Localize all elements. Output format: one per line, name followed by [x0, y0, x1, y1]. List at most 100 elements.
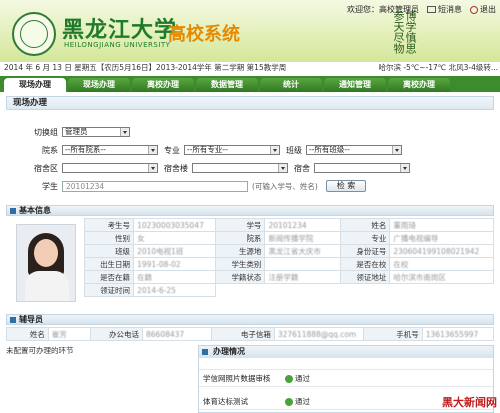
mobile-value: 13613655997 [421, 327, 495, 341]
field-value: 注册学籍 [264, 270, 342, 284]
tab-notice-management[interactable]: 通知管理 [324, 78, 386, 92]
step-status: 通过 [285, 373, 310, 384]
class-select[interactable]: --所有班级-- [306, 145, 402, 155]
university-seal-icon [12, 12, 56, 56]
short-message-link[interactable]: 短消息 [427, 4, 462, 15]
table-row: 领证时间 2014-6-25 [83, 283, 494, 297]
search-button[interactable]: 检 索 [326, 180, 366, 192]
counselor-name-label: 姓名 [6, 327, 49, 341]
field-label: 领证地址 [340, 270, 391, 284]
table-row: 班级 2010电视1班 生源地 黑龙江省大庆市 身份证号 23060419910… [83, 244, 494, 258]
table-row: 出生日期 1991-08-02 学生类别 是否在校 在校 [83, 257, 494, 271]
field-label: 学生类别 [215, 257, 266, 271]
field-label: 学号 [215, 218, 266, 232]
panel-bullet-icon [10, 317, 16, 323]
field-label: 是否在校 [340, 257, 391, 271]
student-photo [16, 224, 76, 302]
field-value: 20101234 [264, 218, 342, 232]
list-item: 学信网照片数据审核 通过 [199, 370, 493, 387]
field-value: 10230003035047 [133, 218, 217, 232]
student-label: 学生 [42, 182, 58, 191]
mail-icon [427, 6, 436, 13]
panel-bullet-icon [202, 349, 208, 355]
dorm-area-label: 宿舍区 [34, 164, 58, 173]
logout-link[interactable]: 退出 [470, 4, 496, 15]
tab-leaving-handling-2[interactable]: 离校办理 [388, 78, 450, 92]
field-value: 在校 [389, 257, 494, 271]
progress-header: 办理情况 [199, 346, 493, 358]
dorm-select[interactable] [314, 163, 410, 173]
office-phone-label: 办公电话 [89, 327, 144, 341]
field-value: 230604199108021942 [389, 244, 494, 258]
field-label: 院系 [215, 231, 266, 245]
field-label: 生源地 [215, 244, 266, 258]
college-select[interactable]: --所有院系-- [62, 145, 158, 155]
table-row: 考生号 10230003035047 学号 20101234 姓名 董雨琦 [83, 218, 494, 232]
field-value: 董雨琦 [389, 218, 494, 232]
field-value [264, 257, 342, 271]
basic-info-table: 考生号 10230003035047 学号 20101234 姓名 董雨琦 性别… [83, 218, 494, 297]
table-row: 姓名 崔芳 办公电话 86608437 电子信箱 327611888@qq.co… [6, 327, 495, 341]
section-title: 现场办理 [6, 96, 494, 110]
watermark: 黑大新闻网 [442, 396, 497, 409]
mobile-label: 手机号 [363, 327, 423, 341]
field-label: 班级 [83, 244, 135, 258]
weather-text: -5℃~-17℃ 北风3-4级转... [403, 63, 498, 72]
dorm-area-select[interactable] [62, 163, 158, 173]
field-label: 是否在籍 [83, 270, 135, 284]
field-value: 在籍 [133, 270, 217, 284]
header-banner: 黑龙江大学 HEILONGJIANG UNIVERSITY 高校系统 博学慎思参… [0, 0, 500, 62]
step-name: 体育达标测试 [203, 396, 248, 406]
field-value: 女 [133, 231, 217, 245]
switch-group-label: 切换组 [34, 128, 58, 137]
counselor-header: 辅导员 [6, 314, 494, 325]
university-name-en: HEILONGJIANG UNIVERSITY [64, 41, 171, 49]
major-label: 专业 [164, 146, 180, 155]
field-label: 学籍状态 [215, 270, 266, 284]
table-row: 性别 女 院系 新闻传播学院 专业 广播电视编导 [83, 231, 494, 245]
main-nav: 现场办理 现场办理 离校办理 数据管理 统计 通知管理 离校办理 [0, 76, 500, 92]
major-select[interactable]: --所有专业-- [184, 145, 280, 155]
city-name: 哈尔滨 [378, 63, 401, 72]
university-name-cn: 黑龙江大学 [62, 17, 178, 43]
dorm-label: 宿舍 [294, 164, 310, 173]
field-label: 姓名 [340, 218, 391, 232]
tab-onsite-handling-2[interactable]: 现场办理 [68, 78, 130, 92]
field-value: 新闻传播学院 [264, 231, 342, 245]
dorm-building-label: 宿舍楼 [164, 164, 188, 173]
calligraphy-motto: 博学慎思参天尽物 [392, 10, 417, 54]
field-label: 考生号 [83, 218, 135, 232]
tab-data-management[interactable]: 数据管理 [196, 78, 258, 92]
check-icon [285, 397, 293, 406]
basic-info-header: 基本信息 [6, 205, 494, 216]
email-label: 电子信箱 [211, 327, 275, 341]
counselor-name-value: 崔芳 [47, 327, 91, 341]
field-label: 领证时间 [83, 283, 135, 297]
welcome-text: 欢迎您：高校管理员 [347, 5, 419, 14]
field-value: 1991-08-02 [133, 257, 217, 271]
field-value: 黑龙江省大庆市 [264, 244, 342, 258]
step-status: 通过 [285, 396, 310, 407]
system-title: 高校系统 [168, 24, 240, 45]
field-value: 2010电视1班 [133, 244, 217, 258]
tab-onsite-handling[interactable]: 现场办理 [4, 78, 66, 92]
class-label: 班级 [286, 146, 302, 155]
field-value: 哈尔滨市南岗区 [389, 270, 494, 284]
no-step-note: 未配置可办理的环节 [6, 346, 74, 355]
student-search-input[interactable]: 20101234 [62, 181, 248, 192]
field-value: 广播电视编导 [389, 231, 494, 245]
switch-group-select[interactable]: 管理员 [62, 127, 130, 137]
tab-statistics[interactable]: 统计 [260, 78, 322, 92]
weather-info: 哈尔滨 -5℃~-17℃ 北风3-4级转... [378, 62, 498, 74]
field-value: 2014-6-25 [133, 283, 217, 297]
office-phone-value: 86608437 [141, 327, 213, 341]
counselor-table: 姓名 崔芳 办公电话 86608437 电子信箱 327611888@qq.co… [6, 327, 495, 341]
email-value: 327611888@qq.com [273, 327, 365, 341]
field-label: 身份证号 [340, 244, 391, 258]
tab-leaving-handling[interactable]: 离校办理 [132, 78, 194, 92]
dorm-building-select[interactable] [192, 163, 288, 173]
field-label: 专业 [340, 231, 391, 245]
panel-bullet-icon [10, 208, 16, 214]
field-label: 性别 [83, 231, 135, 245]
exit-icon [470, 5, 478, 14]
